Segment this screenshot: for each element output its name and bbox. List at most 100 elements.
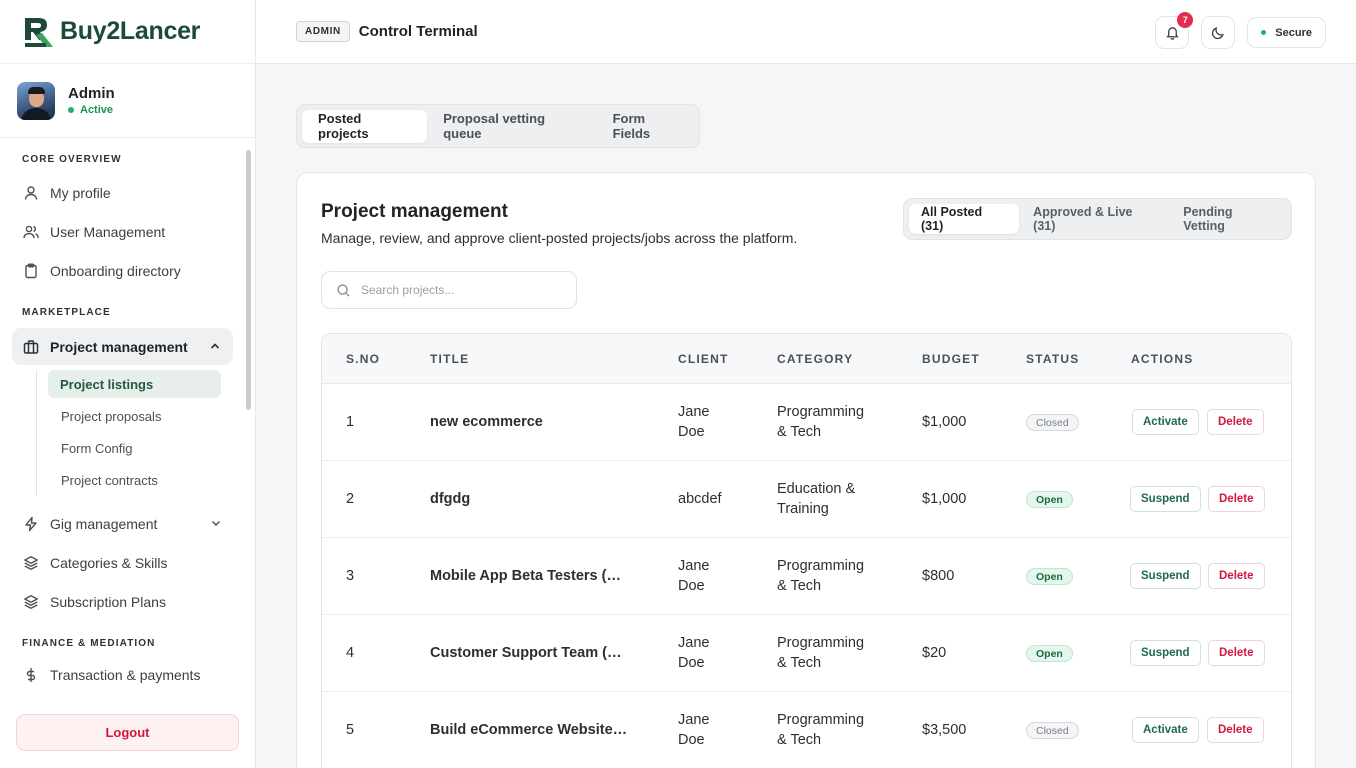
page-title: Control Terminal: [358, 23, 478, 40]
brand-name: Buy2Lancer: [60, 17, 201, 45]
row-budget: $3,500: [922, 722, 967, 738]
status-badge: Closed: [1026, 722, 1079, 739]
briefcase-icon: [22, 338, 40, 356]
row-client-first: Jane: [678, 712, 710, 728]
suspend-button[interactable]: Suspend: [1130, 486, 1201, 512]
delete-button[interactable]: Delete: [1207, 717, 1264, 743]
status-badge: Open: [1026, 568, 1073, 585]
sidebar-item-my-profile[interactable]: My profile: [0, 173, 244, 212]
row-category-line1: Programming: [777, 635, 865, 651]
notifications-button[interactable]: 7: [1155, 12, 1194, 49]
lightning-icon: [22, 515, 40, 533]
clipboard-icon: [22, 262, 40, 280]
row-sno: 1: [346, 414, 355, 430]
brand[interactable]: Buy2Lancer: [0, 0, 255, 64]
secure-dot: [1261, 30, 1267, 35]
sidebar-item-gig-management[interactable]: Gig management: [0, 504, 244, 543]
row-title[interactable]: Build eCommerce Website …: [430, 720, 630, 740]
row-title[interactable]: dfgdg: [430, 489, 630, 509]
chevron-down-icon[interactable]: [210, 516, 222, 532]
sidebar-item-subscriptions[interactable]: Subscription Plans: [0, 582, 244, 621]
table-row: 3 Mobile App Beta Testers (M… Jane Doe P…: [322, 538, 1291, 615]
row-category-line1: Education &: [777, 481, 856, 497]
sidebar-subitem-project-contracts[interactable]: Project contracts: [61, 464, 244, 496]
status-badge: Open: [1026, 645, 1073, 662]
delete-button[interactable]: Delete: [1208, 640, 1265, 666]
header-sno: S.NO: [346, 351, 381, 366]
bell-icon: [1166, 27, 1179, 40]
row-category-line1: Programming: [777, 558, 865, 574]
row-budget: $800: [922, 568, 955, 584]
row-category-line2: & Tech: [777, 655, 822, 671]
sidebar-subitem-project-listings[interactable]: Project listings: [48, 370, 221, 398]
admin-badge: ADMIN: [296, 21, 350, 42]
card-title: Project management: [321, 201, 508, 222]
chevron-up-icon[interactable]: [209, 339, 221, 355]
sidebar-item-onboarding[interactable]: Onboarding directory: [0, 251, 244, 290]
filter-approved-live[interactable]: Approved & Live (31): [1021, 204, 1169, 234]
search-icon: [337, 283, 350, 297]
sidebar-subitem-project-proposals[interactable]: Project proposals: [61, 400, 244, 432]
sidebar-subitem-form-config[interactable]: Form Config: [61, 432, 244, 464]
user-icon: [22, 184, 40, 202]
theme-toggle-button[interactable]: [1201, 16, 1236, 49]
sidebar-item-user-management[interactable]: User Management: [0, 212, 244, 251]
row-sno: 3: [346, 568, 355, 584]
card-subtitle: Manage, review, and approve client-poste…: [321, 230, 798, 246]
filter-pending-vetting[interactable]: Pending Vetting: [1171, 204, 1289, 234]
row-category-line2: & Tech: [777, 732, 822, 748]
header-status: STATUS: [1026, 351, 1080, 366]
row-category-line2: Training: [777, 501, 829, 517]
moon-icon: [1212, 26, 1225, 39]
dollar-icon: [22, 666, 40, 684]
topbar: ADMIN Control Terminal 7 Secure: [256, 0, 1356, 64]
activate-button[interactable]: Activate: [1132, 717, 1199, 743]
row-category-line1: Programming: [777, 712, 865, 728]
section-core-overview: CORE OVERVIEW: [22, 154, 122, 165]
table-row: 1 new ecommerce Jane Doe Programming & T…: [322, 384, 1291, 461]
tab-form-fields[interactable]: Form Fields: [597, 110, 699, 143]
table-row: 4 Customer Support Team (M… Jane Doe Pro…: [322, 615, 1291, 692]
section-finance: FINANCE & MEDIATION: [22, 638, 156, 649]
row-budget: $1,000: [922, 414, 967, 430]
layers-icon: [22, 554, 40, 572]
row-client-first: Jane: [678, 404, 710, 420]
sidebar-item-categories[interactable]: Categories & Skills: [0, 543, 244, 582]
header-actions: ACTIONS: [1131, 351, 1194, 366]
activate-button[interactable]: Activate: [1132, 409, 1199, 435]
delete-button[interactable]: Delete: [1207, 409, 1264, 435]
suspend-button[interactable]: Suspend: [1130, 563, 1201, 589]
sidebar: Buy2Lancer Admin Active CORE OVERVIEW My…: [0, 0, 256, 768]
filter-all-posted[interactable]: All Posted (31): [909, 204, 1020, 234]
delete-button[interactable]: Delete: [1208, 486, 1265, 512]
row-sno: 2: [346, 491, 355, 507]
tab-proposal-vetting-queue[interactable]: Proposal vetting queue: [427, 110, 596, 143]
top-actions: 7 Secure: [1155, 12, 1326, 49]
project-management-card: Project management Manage, review, and a…: [296, 172, 1316, 768]
sidebar-item-transactions[interactable]: Transaction & payments: [0, 655, 244, 694]
row-budget: $1,000: [922, 491, 967, 507]
avatar: [17, 81, 55, 120]
row-sno: 4: [346, 645, 355, 661]
header-category: CATEGORY: [777, 351, 854, 366]
projects-table: S.NO TITLE CLIENT CATEGORY BUDGET STATUS…: [321, 333, 1292, 768]
sidebar-item-project-management[interactable]: Project management: [12, 328, 233, 365]
row-client-last: Doe: [678, 578, 705, 594]
row-title[interactable]: Mobile App Beta Testers (M…: [430, 566, 630, 586]
row-title[interactable]: new ecommerce: [430, 412, 630, 432]
user-name: Admin: [68, 85, 115, 102]
table-row: 2 dfgdg abcdef Education & Training $1,0…: [322, 461, 1291, 538]
row-title[interactable]: Customer Support Team (M…: [430, 643, 630, 663]
logout-button[interactable]: Logout: [16, 714, 239, 751]
header-budget: BUDGET: [922, 351, 980, 366]
notification-count-badge: 7: [1177, 12, 1194, 28]
row-budget: $20: [922, 645, 947, 661]
delete-button[interactable]: Delete: [1208, 563, 1265, 589]
brand-logo-icon: [25, 17, 53, 47]
suspend-button[interactable]: Suspend: [1130, 640, 1201, 666]
search-input[interactable]: [361, 283, 561, 297]
user-profile[interactable]: Admin Active: [0, 64, 255, 138]
tab-posted-projects[interactable]: Posted projects: [302, 109, 428, 143]
secure-status: Secure: [1247, 17, 1326, 48]
sidebar-scrollbar[interactable]: [246, 150, 251, 410]
